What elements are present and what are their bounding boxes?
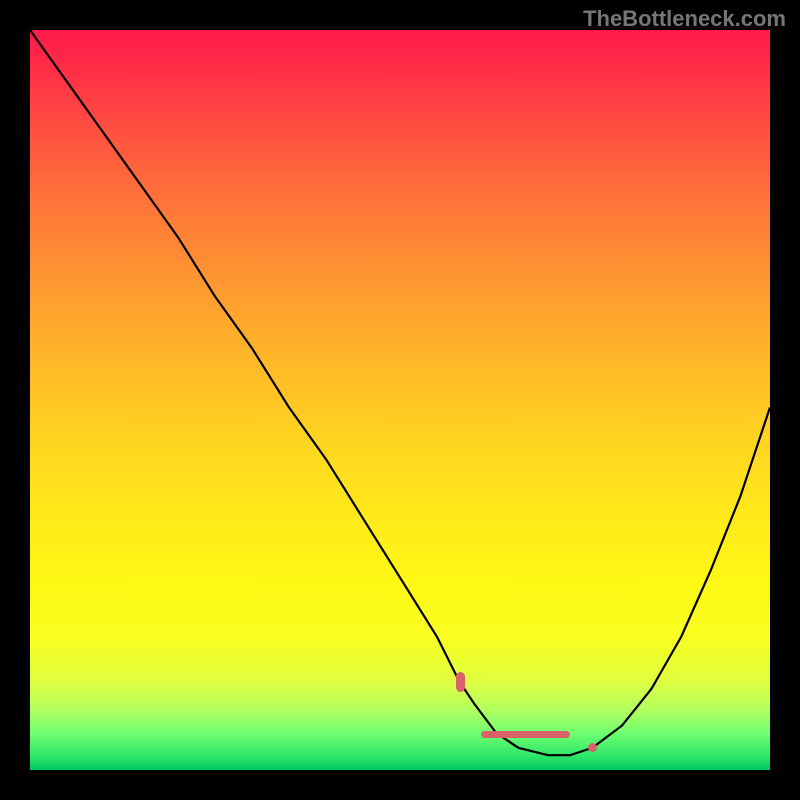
chart-plot-area bbox=[30, 30, 770, 770]
bottleneck-curve bbox=[30, 30, 770, 770]
optimal-range-start-marker bbox=[456, 672, 465, 692]
optimal-range-line bbox=[481, 731, 570, 738]
watermark-text: TheBottleneck.com bbox=[583, 6, 786, 32]
